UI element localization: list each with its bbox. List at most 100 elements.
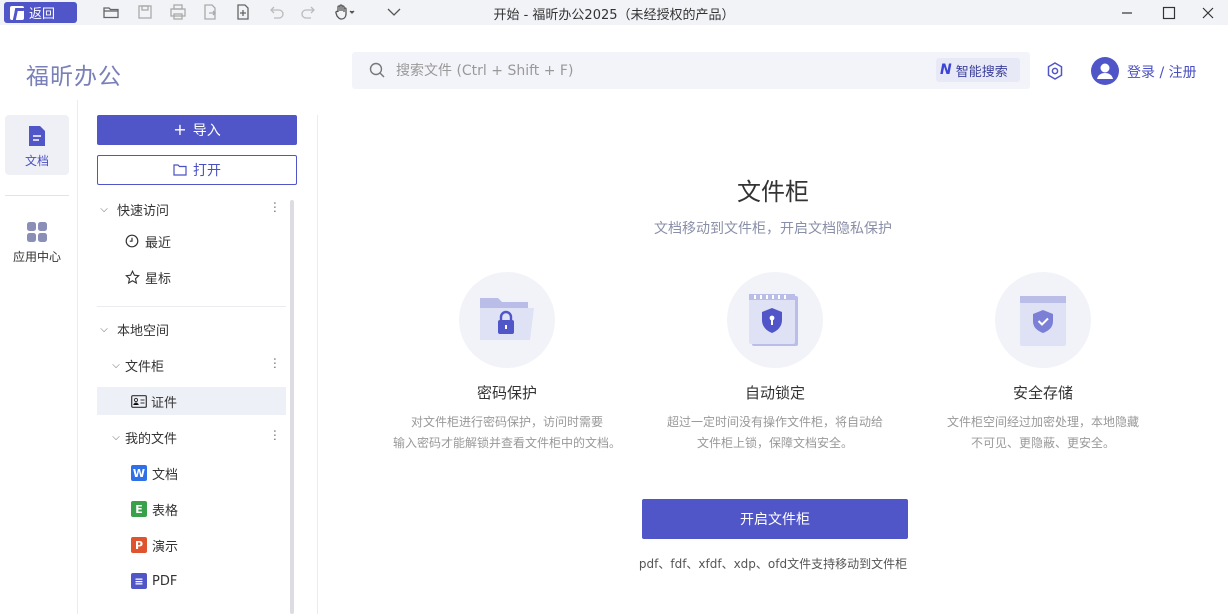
section-label: 快速访问 — [117, 203, 170, 219]
sidebar-item-my-files[interactable]: ⌵ 我的文件 ··· — [97, 423, 286, 451]
sidebar-item-label: 证件 — [151, 395, 178, 411]
more-options-icon[interactable]: ··· — [266, 429, 281, 441]
minimize-icon — [1122, 11, 1132, 14]
import-label: 导入 — [192, 123, 221, 139]
open-label: 打开 — [193, 163, 221, 179]
chevron-down-icon: ⌵ — [100, 203, 108, 215]
feature-description-line: 超过一定时间没有操作文件柜，将自动给 — [666, 415, 883, 429]
sidebar-item-label: 文件柜 — [125, 359, 165, 375]
pdf-icon: ≡ — [131, 573, 147, 589]
chevron-down-icon: ⌵ — [112, 359, 120, 371]
back-button[interactable]: 返回 — [4, 2, 77, 23]
back-label: 返回 — [29, 7, 56, 22]
maximize-button[interactable] — [1146, 0, 1192, 25]
close-button[interactable] — [1188, 0, 1228, 25]
locked-folder-icon — [480, 298, 534, 340]
print-icon[interactable] — [169, 3, 187, 21]
ai-search-label: 智能搜索 — [955, 64, 1008, 80]
close-icon — [1202, 7, 1214, 18]
app-name: 福昕办公 — [26, 64, 122, 90]
plus-icon: + — [173, 120, 187, 139]
feature-icon-circle — [459, 272, 555, 368]
feature-title: 密码保护 — [476, 384, 537, 402]
section-quick-access[interactable]: ⌵ 快速访问 ··· — [97, 195, 286, 223]
feature-icon-circle — [995, 272, 1091, 368]
supported-formats-note: pdf、fdf、xfdf、xdp、ofd文件支持移动到文件柜 — [638, 557, 908, 571]
sidebar-item-label: 演示 — [152, 539, 179, 555]
search-input[interactable] — [396, 52, 916, 89]
search-icon — [369, 62, 385, 78]
sidebar-item-recent[interactable]: 最近 — [97, 227, 286, 255]
search-box[interactable] — [352, 52, 1030, 89]
clock-icon — [125, 234, 139, 248]
apps-grid-icon — [27, 222, 47, 242]
more-options-icon[interactable]: ··· — [266, 357, 281, 369]
document-icon — [29, 126, 45, 146]
hand-tool-icon[interactable] — [333, 3, 357, 21]
chevron-down-icon: ⌵ — [112, 431, 120, 443]
open-folder-icon[interactable] — [102, 3, 120, 21]
feature-description-line: 文件柜空间经过加密处理，本地隐藏 — [946, 415, 1139, 429]
import-button[interactable]: + 导入 — [97, 115, 297, 145]
rail-divider — [5, 195, 69, 196]
shield-calendar-icon — [749, 294, 798, 346]
maximize-icon — [1162, 6, 1176, 19]
sidebar-item-label: 表格 — [152, 503, 179, 519]
secure-storage-icon — [1020, 296, 1066, 346]
rail-item-app-center[interactable]: 应用中心 — [5, 218, 69, 270]
feature-description: 文件柜空间经过加密处理，本地隐藏 不可见、更隐蔽、更安全。 — [923, 412, 1163, 454]
settings-icon[interactable] — [1045, 61, 1065, 81]
feature-description-line: 输入密码才能解锁并查看文件柜中的文档。 — [392, 436, 621, 450]
save-icon[interactable] — [136, 3, 154, 21]
avatar[interactable] — [1091, 57, 1119, 85]
more-options-icon[interactable]: ··· — [266, 201, 281, 213]
login-register-link[interactable]: 登录 / 注册 — [1127, 62, 1197, 82]
new-file-icon[interactable] — [234, 3, 252, 21]
dropdown-chevron-icon[interactable] — [385, 3, 403, 21]
sidebar-item-label: PDF — [152, 573, 178, 589]
export-icon[interactable] — [201, 3, 219, 21]
sidebar-item-label: 我的文件 — [125, 431, 178, 447]
ai-search-button[interactable]: N 智能搜索 — [936, 58, 1020, 82]
page-title: 文件柜 — [737, 178, 809, 206]
redo-icon[interactable] — [300, 3, 318, 21]
sidebar-item-documents[interactable]: W 文档 — [97, 459, 286, 487]
feature-description-line: 不可见、更隐蔽、更安全。 — [970, 436, 1115, 450]
feature-description: 对文件柜进行密码保护，访问时需要 输入密码才能解锁并查看文件柜中的文档。 — [387, 412, 627, 454]
section-local-space[interactable]: ⌵ 本地空间 — [97, 315, 286, 343]
rail-item-label: 文档 — [24, 154, 49, 168]
feature-title: 自动锁定 — [744, 384, 805, 402]
rail-item-documents[interactable]: 文档 — [5, 115, 69, 175]
sidebar-item-presentations[interactable]: P 演示 — [97, 531, 286, 559]
sidebar-item-certificates[interactable]: 证件 — [97, 387, 286, 415]
feature-description-line: 对文件柜进行密码保护，访问时需要 — [410, 415, 603, 429]
star-icon — [125, 269, 140, 284]
sidebar-item-cabinet[interactable]: ⌵ 文件柜 ··· — [97, 351, 286, 379]
feature-title: 安全存储 — [1012, 384, 1073, 402]
excel-icon: E — [131, 501, 147, 517]
title-bar: 返回 开始 - 福昕办公2025（未经授权的产品） — [0, 0, 1228, 25]
undo-icon[interactable] — [267, 3, 285, 21]
feature-description: 超过一定时间没有操作文件柜，将自动给 文件柜上锁，保障文档安全。 — [655, 412, 895, 454]
sidebar-item-spreadsheets[interactable]: E 表格 — [97, 495, 286, 523]
sidebar-item-label: 星标 — [145, 271, 172, 287]
sidebar-scrollbar[interactable] — [290, 200, 294, 614]
chevron-down-icon: ⌵ — [100, 323, 108, 335]
ai-logo-icon: N — [940, 62, 952, 78]
open-button[interactable]: 打开 — [97, 155, 297, 185]
sidebar-item-starred[interactable]: 星标 — [97, 263, 286, 291]
enable-cabinet-button[interactable]: 开启文件柜 — [642, 499, 908, 539]
feature-description-line: 文件柜上锁，保障文档安全。 — [696, 436, 853, 450]
section-label: 本地空间 — [117, 323, 170, 339]
sidebar-item-pdf[interactable]: ≡ PDF — [97, 567, 286, 595]
foxit-logo-icon — [10, 5, 24, 20]
rail-item-label: 应用中心 — [12, 250, 61, 264]
sidebar-item-label: 文档 — [152, 467, 179, 483]
minimize-button[interactable] — [1104, 0, 1150, 25]
id-card-icon — [131, 394, 147, 408]
left-rail — [0, 100, 78, 614]
word-icon: W — [131, 465, 147, 481]
sidebar-divider — [97, 306, 286, 307]
sidebar-item-label: 最近 — [145, 235, 172, 251]
user-icon — [1097, 63, 1113, 79]
